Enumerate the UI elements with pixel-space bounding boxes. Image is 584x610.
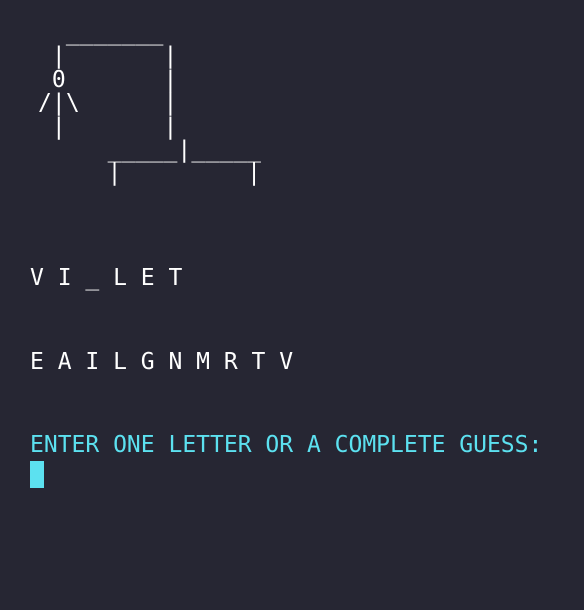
text-cursor	[30, 461, 44, 488]
word-progress: V I _ L E T	[30, 265, 183, 291]
hangman-gallows-art: _______ | | 0 | /|\ | | | _____|_____ | …	[37, 20, 262, 187]
guessed-letters: E A I L G N M R T V	[30, 349, 294, 375]
guess-prompt: ENTER ONE LETTER OR A COMPLETE GUESS:	[30, 432, 543, 458]
guess-input[interactable]	[30, 461, 570, 489]
